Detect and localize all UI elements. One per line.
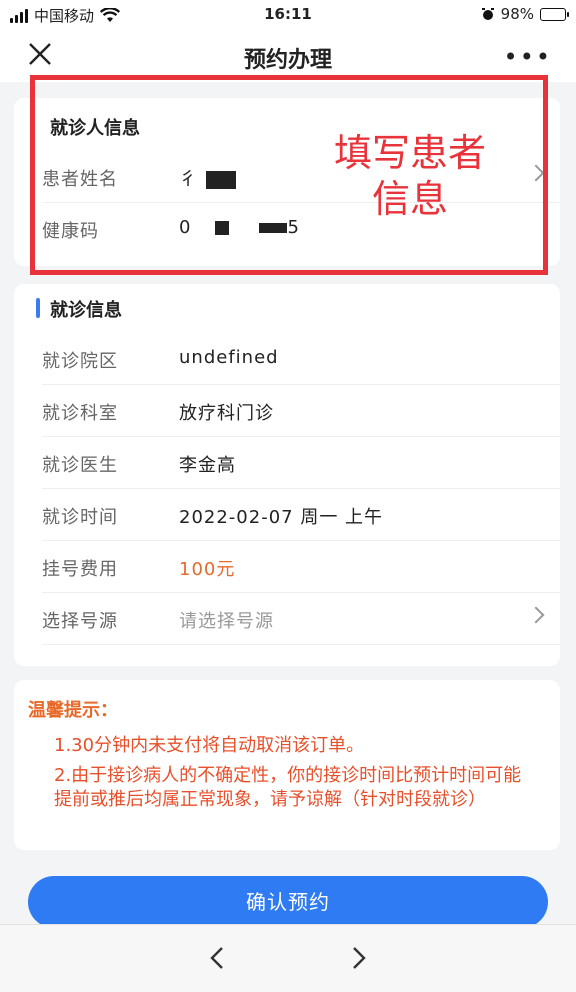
battery-percent: 98% <box>500 5 534 23</box>
registration-fee-row: 挂号费用 100元 <box>42 540 560 593</box>
row-label: 就诊科室 <box>42 403 118 424</box>
chevron-right-icon[interactable] <box>527 164 545 182</box>
row-label: 就诊院区 <box>42 351 118 372</box>
visit-info-card: 就诊信息 就诊院区 undefined 就诊科室 放疗科门诊 就诊医生 李金高 … <box>14 284 560 666</box>
redacted-block <box>215 221 230 235</box>
row-label: 就诊医生 <box>42 455 118 476</box>
alarm-icon <box>481 8 494 20</box>
redacted-block <box>206 171 236 189</box>
confirm-appointment-button[interactable]: 确认预约 <box>28 876 548 928</box>
tips-card: 温馨提示： 1.30分钟内未支付将自动取消该订单。 2.由于接诊病人的不确定性，… <box>14 680 560 850</box>
health-code-row: 健康码 05 <box>42 202 560 254</box>
tip-item: 1.30分钟内未支付将自动取消该订单。 <box>54 735 365 756</box>
chevron-right-icon[interactable] <box>527 606 545 624</box>
page-title: 预约办理 <box>243 48 332 73</box>
row-value: 李金高 <box>179 455 236 476</box>
redacted-block <box>259 223 288 233</box>
row-value: 放疗科门诊 <box>179 403 274 424</box>
health-code-value: 05 <box>179 217 300 238</box>
select-source-row[interactable]: 选择号源 请选择号源 <box>42 592 560 645</box>
status-bar: 中国移动 16:11 98% <box>0 0 576 30</box>
fee-value: 100元 <box>179 559 236 580</box>
battery-charging-icon <box>540 7 569 21</box>
tip-item: 2.由于接诊病人的不确定性，你的接诊时间比预计时间可能提前或推后均属正常现象，请… <box>54 765 522 810</box>
tips-title: 温馨提示： <box>28 700 118 721</box>
more-icon[interactable]: ••• <box>504 43 552 71</box>
select-source-placeholder: 请选择号源 <box>179 611 274 632</box>
visit-info-title: 就诊信息 <box>36 296 122 322</box>
health-code-label: 健康码 <box>42 221 99 242</box>
row-value: undefined <box>179 347 279 368</box>
close-icon[interactable] <box>26 40 54 68</box>
visit-campus-row: 就诊院区 undefined <box>42 332 560 385</box>
bottom-navigation-bar <box>0 924 576 992</box>
visit-doctor-row: 就诊医生 李金高 <box>42 436 560 489</box>
patient-name-label: 患者姓名 <box>42 169 118 190</box>
status-right: 98% <box>481 5 569 23</box>
nav-bar: 预约办理 ••• <box>0 30 576 82</box>
patient-info-card: 就诊人信息 患者姓名 彳 健康码 05 <box>14 98 560 266</box>
patient-name-row[interactable]: 患者姓名 彳 <box>42 150 560 203</box>
patient-name-value: 彳 <box>179 165 236 191</box>
patient-info-title: 就诊人信息 <box>50 118 140 139</box>
row-label: 就诊时间 <box>42 507 118 528</box>
row-label: 选择号源 <box>42 611 118 632</box>
row-label: 挂号费用 <box>42 559 118 580</box>
visit-time-row: 就诊时间 2022-02-07 周一 上午 <box>42 488 560 541</box>
row-value: 2022-02-07 周一 上午 <box>179 507 384 528</box>
forward-arrow-icon[interactable] <box>345 945 371 971</box>
back-arrow-icon[interactable] <box>205 945 231 971</box>
visit-department-row: 就诊科室 放疗科门诊 <box>42 384 560 437</box>
